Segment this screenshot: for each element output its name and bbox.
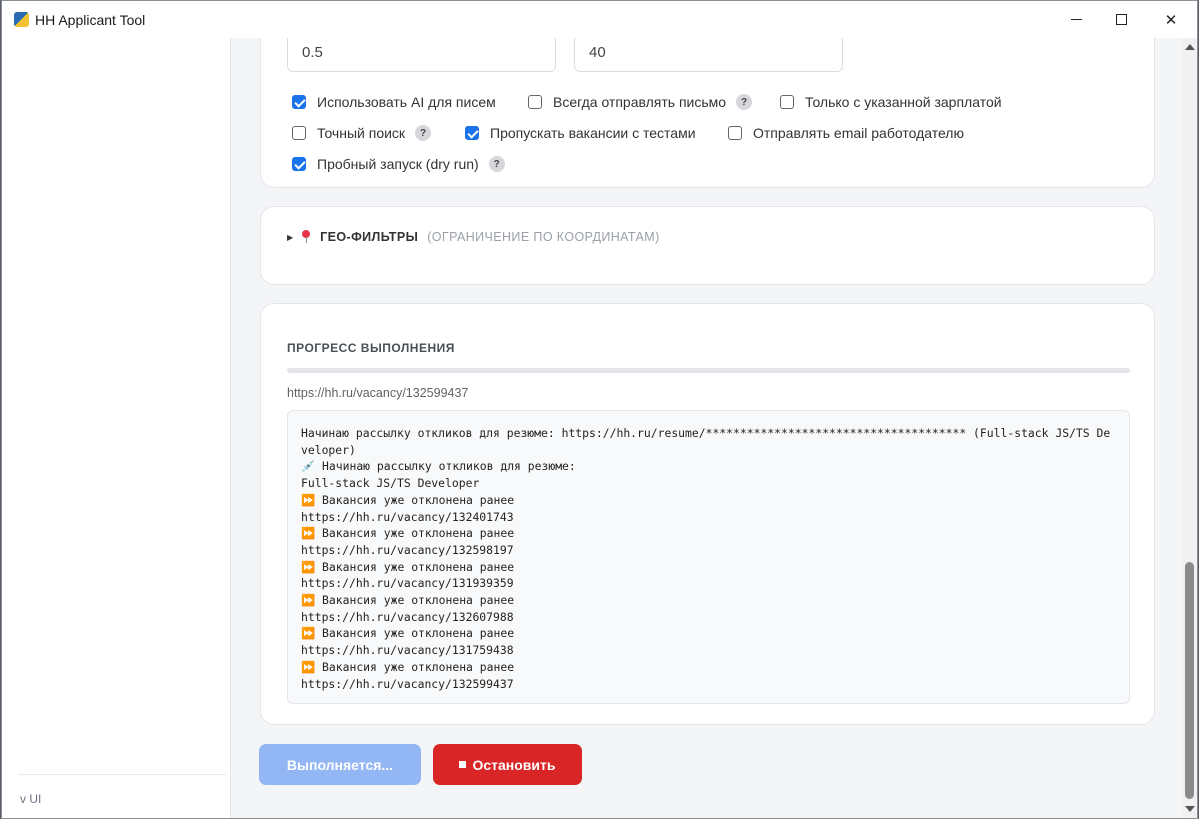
option-label: Отправлять email работодателю [753,125,964,141]
checkbox[interactable] [465,126,479,140]
maximize-icon [1115,14,1127,25]
pin-icon [300,230,312,244]
execution-log[interactable]: Начинаю рассылку откликов для резюме: ht… [287,410,1130,704]
window-title: HH Applicant Tool [35,12,146,28]
option-only-with-salary[interactable]: Только с указанной зарплатой [780,94,1002,110]
option-label: Пропускать вакансии с тестами [490,125,696,141]
checkbox[interactable] [528,95,542,109]
option-label: Пробный запуск (dry run) [317,156,479,172]
version-label: v UI [20,792,42,806]
app-icon [14,12,29,27]
option-skip-tests[interactable]: Пропускать вакансии с тестами [465,125,696,141]
stop-button-label: Остановить [472,756,556,773]
current-vacancy-url: https://hh.ru/vacancy/132599437 [287,386,469,400]
help-icon[interactable]: ? [488,156,505,172]
option-label: Только с указанной зарплатой [805,94,1002,110]
checkbox[interactable] [292,126,306,140]
close-button[interactable]: ✕ [1148,1,1194,38]
app-window: HH Applicant Tool ✕ v UI 0.5 40 Использо… [1,0,1198,819]
options-card: 0.5 40 Использовать AI для писем Всегда … [260,38,1155,188]
geo-filters-title: ГЕО-ФИЛЬТРЫ [320,230,419,244]
main-content: 0.5 40 Использовать AI для писем Всегда … [232,38,1182,818]
option-use-ai-letters[interactable]: Использовать AI для писем [292,94,496,110]
running-button[interactable]: Выполняется... [259,744,421,785]
progress-card: ПРОГРЕСС ВЫПОЛНЕНИЯ https://hh.ru/vacanc… [260,303,1155,725]
option-always-send-letter[interactable]: Всегда отправлять письмо ? [528,94,753,110]
sidebar-divider [18,774,226,775]
geo-filters-card: ▶ ГЕО-ФИЛЬТРЫ (ОГРАНИЧЕНИЕ ПО КООРДИНАТА… [260,206,1155,285]
stop-icon [459,761,467,768]
minimize-icon [1070,18,1082,21]
title-bar: HH Applicant Tool ✕ [2,1,1197,38]
vertical-scrollbar[interactable] [1182,38,1197,818]
expand-caret-icon: ▶ [287,232,294,242]
maximize-button[interactable] [1098,1,1144,38]
checkbox[interactable] [292,95,306,109]
scroll-down-icon[interactable] [1185,806,1195,812]
minimize-button[interactable] [1053,1,1099,38]
close-icon: ✕ [1164,10,1178,29]
option-dry-run[interactable]: Пробный запуск (dry run) ? [292,156,505,172]
progress-bar [287,368,1130,373]
option-label: Точный поиск [317,125,406,141]
help-icon[interactable]: ? [415,125,432,141]
scroll-thumb[interactable] [1185,562,1194,799]
threshold-input[interactable]: 0.5 [287,38,556,72]
geo-filters-toggle[interactable]: ▶ ГЕО-ФИЛЬТРЫ (ОГРАНИЧЕНИЕ ПО КООРДИНАТА… [287,230,660,244]
option-label: Использовать AI для писем [317,94,496,110]
limit-input[interactable]: 40 [574,38,843,72]
checkbox[interactable] [780,95,794,109]
help-icon[interactable]: ? [736,94,753,110]
stop-button[interactable]: Остановить [433,744,582,785]
progress-title: ПРОГРЕСС ВЫПОЛНЕНИЯ [287,341,455,355]
sidebar: v UI [2,38,231,818]
checkbox[interactable] [292,157,306,171]
geo-filters-subtitle: (ОГРАНИЧЕНИЕ ПО КООРДИНАТАМ) [427,230,660,244]
option-label: Всегда отправлять письмо [553,94,727,110]
option-exact-search[interactable]: Точный поиск ? [292,125,432,141]
checkbox[interactable] [728,126,742,140]
option-send-email-employer[interactable]: Отправлять email работодателю [728,125,964,141]
scroll-up-icon[interactable] [1185,44,1195,50]
